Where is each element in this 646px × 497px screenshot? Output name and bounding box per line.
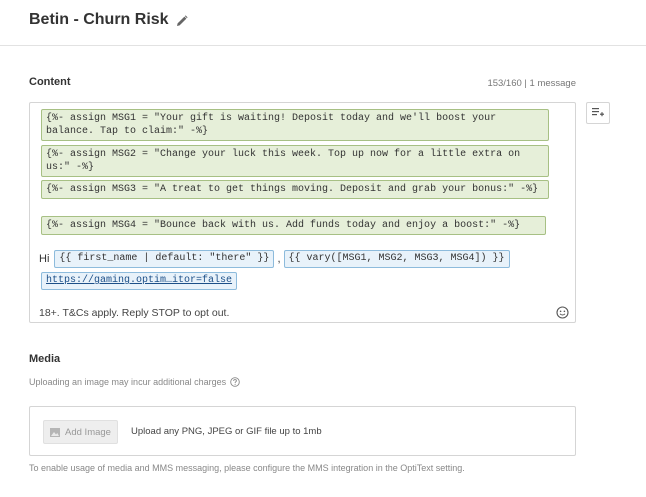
greeting-text: Hi <box>39 253 50 265</box>
media-upload-area[interactable]: Add Image Upload any PNG, JPEG or GIF fi… <box>29 406 576 456</box>
mms-note: To enable usage of media and MMS messagi… <box>29 463 465 473</box>
message-editor[interactable]: {%- assign MSG1 = "Your gift is waiting!… <box>29 102 576 323</box>
character-counter: 153/160 | 1 message <box>487 78 576 89</box>
content-label: Content <box>29 76 71 88</box>
help-circle-icon[interactable] <box>230 377 240 387</box>
greeting-line: Hi {{ first_name | default: "there" }} ,… <box>39 250 510 268</box>
vary-tag[interactable]: {{ vary([MSG1, MSG2, MSG3, MSG4]) }} <box>283 250 510 268</box>
page-title: Betin - Churn Risk <box>29 11 188 29</box>
assign-msg4-block[interactable]: {%- assign MSG4 = "Bounce back with us. … <box>41 216 546 235</box>
page-header: Betin - Churn Risk <box>0 0 646 46</box>
add-image-button[interactable]: Add Image <box>43 420 118 444</box>
media-label: Media <box>29 353 61 365</box>
tracking-link[interactable]: https://gaming.optim…itor=false <box>41 272 238 290</box>
add-image-label: Add Image <box>65 426 111 438</box>
smiley-icon[interactable] <box>556 306 569 319</box>
page-title-text: Betin - Churn Risk <box>29 11 169 28</box>
assign-msg3-block[interactable]: {%- assign MSG3 = "A treat to get things… <box>41 180 549 199</box>
insert-block-icon <box>592 104 604 122</box>
image-icon <box>50 427 61 437</box>
media-hint: Uploading an image may incur additional … <box>29 377 240 387</box>
separator-text: , <box>277 253 281 265</box>
opt-out-text: 18+. T&Cs apply. Reply STOP to opt out. <box>39 307 230 319</box>
media-hint-text: Uploading an image may incur additional … <box>29 377 227 387</box>
assign-msg2-block[interactable]: {%- assign MSG2 = "Change your luck this… <box>41 145 549 177</box>
assign-msg1-block[interactable]: {%- assign MSG1 = "Your gift is waiting!… <box>41 109 549 141</box>
first-name-tag[interactable]: {{ first_name | default: "there" }} <box>54 250 275 268</box>
upload-instructions: Upload any PNG, JPEG or GIF file up to 1… <box>131 426 322 437</box>
pencil-icon[interactable] <box>176 14 188 26</box>
insert-block-button[interactable] <box>586 102 610 124</box>
